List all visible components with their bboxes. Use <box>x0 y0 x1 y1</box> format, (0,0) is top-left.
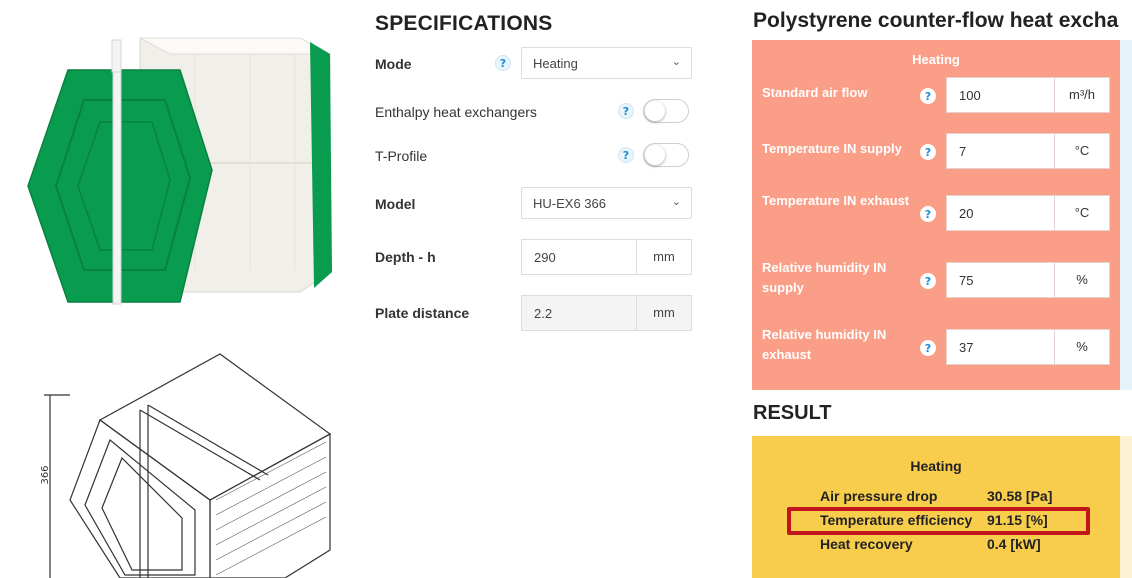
temp-in-supply-input[interactable]: 7 °C <box>946 133 1110 169</box>
toggle-knob <box>645 145 665 165</box>
result-value: 30.58 [Pa] <box>987 488 1053 504</box>
plate-distance-input[interactable]: 2.2 mm <box>521 295 692 331</box>
tprofile-row: T-Profile ? <box>375 139 695 173</box>
input-panel: Heating Standard air flow ? 100 m³/h Tem… <box>752 40 1120 390</box>
result-value: 0.4 [kW] <box>987 536 1041 552</box>
input-row-temp-in-exhaust: Temperature IN exhaust ? 20 °C <box>752 193 1120 235</box>
input-row-rh-in-supply: Relative humidity IN supply ? 75 % <box>752 260 1120 302</box>
mode-select-value: Heating <box>533 56 578 71</box>
temp-in-supply-help-icon[interactable]: ? <box>920 144 936 160</box>
result-panel-edge <box>1120 436 1132 578</box>
tprofile-label: T-Profile <box>375 148 428 164</box>
enthalpy-label: Enthalpy heat exchangers <box>375 104 537 120</box>
rh-in-exhaust-input[interactable]: 37 % <box>946 329 1110 365</box>
calculator-title: Polystyrene counter-flow heat excha <box>753 9 1119 32</box>
plate-distance-row: Plate distance 2.2 mm <box>375 295 695 333</box>
input-row-air-flow: Standard air flow ? 100 m³/h <box>752 77 1120 117</box>
chevron-down-icon: ⌄ <box>671 195 681 208</box>
input-panel-edge <box>1120 40 1132 390</box>
model-select-value: HU-EX6 366 <box>533 196 606 211</box>
input-unit: m³/h <box>1054 78 1109 112</box>
mode-select[interactable]: Heating ⌄ <box>521 47 692 79</box>
model-select[interactable]: HU-EX6 366 ⌄ <box>521 187 692 219</box>
rh-in-supply-input[interactable]: 75 % <box>946 262 1110 298</box>
input-label: Relative humidity IN exhaust <box>762 327 887 362</box>
technical-drawing: 366 <box>40 353 332 578</box>
air-flow-help-icon[interactable]: ? <box>920 88 936 104</box>
result-row: Heat recovery 0.4 [kW] <box>752 536 1120 556</box>
highlight-box <box>787 507 1090 535</box>
result-row: Air pressure drop 30.58 [Pa] <box>752 488 1120 508</box>
input-label: Standard air flow <box>762 85 868 100</box>
depth-value: 290 <box>534 250 556 265</box>
result-title: RESULT <box>753 402 832 424</box>
result-label: Heat recovery <box>820 536 913 552</box>
enthalpy-help-icon[interactable]: ? <box>618 103 634 119</box>
mode-label: Mode <box>375 56 412 72</box>
enthalpy-toggle[interactable] <box>643 99 689 123</box>
rh-in-supply-help-icon[interactable]: ? <box>920 273 936 289</box>
input-unit: °C <box>1054 134 1109 168</box>
product-photo <box>27 37 332 305</box>
tprofile-help-icon[interactable]: ? <box>618 147 634 163</box>
enthalpy-row: Enthalpy heat exchangers ? <box>375 95 695 129</box>
tprofile-toggle[interactable] <box>643 143 689 167</box>
plate-distance-value: 2.2 <box>534 306 553 321</box>
dimension-label: 366 <box>40 465 51 484</box>
input-label: Temperature IN supply <box>762 141 902 156</box>
toggle-knob <box>645 101 665 121</box>
input-label: Temperature IN exhaust <box>762 193 910 208</box>
input-value: 100 <box>959 88 981 103</box>
depth-unit: mm <box>636 240 691 274</box>
input-unit: % <box>1054 263 1109 297</box>
depth-label: Depth - h <box>375 249 436 265</box>
model-label: Model <box>375 196 416 212</box>
input-label: Relative humidity IN supply <box>762 260 887 295</box>
input-row-rh-in-exhaust: Relative humidity IN exhaust ? 37 % <box>752 327 1120 369</box>
mode-row: Mode ? Heating ⌄ <box>375 47 695 81</box>
specifications-title: SPECIFICATIONS <box>375 12 553 35</box>
mode-help-icon[interactable]: ? <box>495 55 511 71</box>
model-row: Model HU-EX6 366 ⌄ <box>375 187 695 221</box>
temp-in-exhaust-input[interactable]: 20 °C <box>946 195 1110 231</box>
result-heading: Heating <box>910 458 962 474</box>
input-value: 37 <box>959 340 974 355</box>
result-label: Air pressure drop <box>820 488 938 504</box>
input-value: 20 <box>959 206 974 221</box>
input-panel-heading: Heating <box>912 52 960 67</box>
plate-distance-label: Plate distance <box>375 305 470 321</box>
depth-input[interactable]: 290 mm <box>521 239 692 275</box>
rh-in-exhaust-help-icon[interactable]: ? <box>920 340 936 356</box>
chevron-down-icon: ⌄ <box>671 55 681 68</box>
air-flow-input[interactable]: 100 m³/h <box>946 77 1110 113</box>
input-unit: % <box>1054 330 1109 364</box>
input-row-temp-in-supply: Temperature IN supply ? 7 °C <box>752 133 1120 173</box>
depth-row: Depth - h 290 mm <box>375 239 695 277</box>
input-unit: °C <box>1054 196 1109 230</box>
temp-in-exhaust-help-icon[interactable]: ? <box>920 206 936 222</box>
input-value: 7 <box>959 144 967 159</box>
plate-distance-unit: mm <box>636 296 691 330</box>
input-value: 75 <box>959 273 974 288</box>
